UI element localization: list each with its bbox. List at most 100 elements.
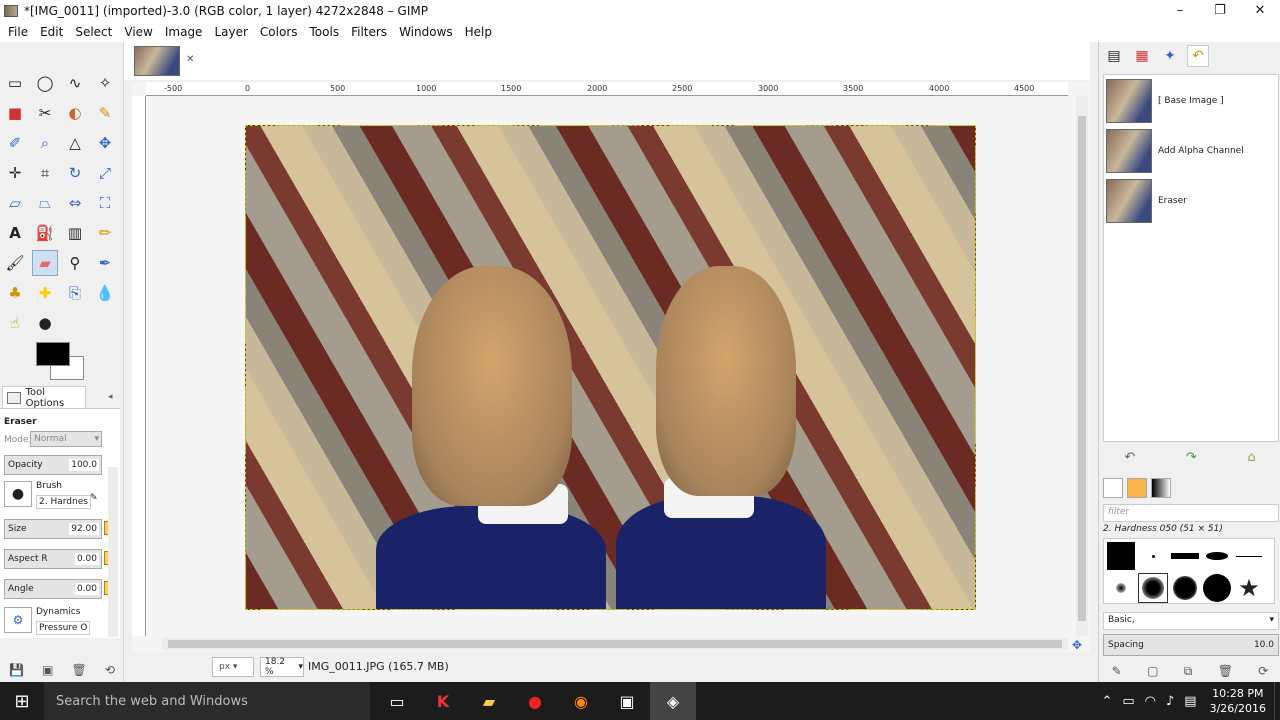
kaspersky-icon[interactable]: K [420, 682, 466, 720]
zoom-select[interactable]: 18.2 % ▾ [260, 657, 304, 677]
scale-icon[interactable]: ⤢ [92, 160, 118, 186]
patterns-tab-icon[interactable] [1127, 478, 1147, 498]
dynamics-icon[interactable]: ⚙ [4, 607, 32, 633]
media-app-icon[interactable]: ▣ [604, 682, 650, 720]
fuzzy-select-icon[interactable]: ✧ [92, 70, 118, 96]
notifications-icon[interactable]: ▤ [1179, 694, 1201, 709]
save-options-icon[interactable]: 💾 [9, 663, 24, 677]
undo-icon[interactable]: ↶ [1124, 450, 1135, 465]
recorder-icon[interactable]: ● [512, 682, 558, 720]
vertical-scrollbar[interactable] [1076, 96, 1088, 636]
show-hidden-icon[interactable]: ⌃ [1096, 694, 1117, 709]
heal-icon[interactable]: ✚ [32, 280, 58, 306]
channels-tab-icon[interactable]: ▦ [1131, 45, 1153, 67]
zoom-icon[interactable]: ⌕ [32, 130, 58, 156]
smudge-icon[interactable]: ☝ [2, 310, 28, 336]
unit-select[interactable]: px ▾ [212, 657, 254, 677]
perspective-icon[interactable]: ⏢ [32, 190, 58, 216]
file-explorer-icon[interactable]: ▰ [466, 682, 512, 720]
size-slider[interactable]: Size 92.00 [4, 519, 102, 539]
horizontal-scroll-thumb[interactable] [168, 640, 1062, 648]
mode-select[interactable]: Normal ▾ [30, 431, 102, 447]
eraser-icon[interactable]: ▰ [32, 250, 58, 276]
reset-options-icon[interactable]: ⟲ [105, 663, 115, 677]
lasso-icon[interactable]: ∿ [62, 70, 88, 96]
move-icon[interactable]: ✥ [92, 130, 118, 156]
delete-options-icon[interactable]: 🗑 [72, 663, 87, 677]
tab-menu-icon[interactable]: ◂ [108, 392, 113, 402]
flip-icon[interactable]: ⇔ [62, 190, 88, 216]
color-picker-icon[interactable]: ✐ [2, 130, 28, 156]
brush-swatch[interactable] [1234, 541, 1264, 571]
canvas-area[interactable]: -500 0 500 1000 1500 2000 2500 3000 3500… [132, 82, 1090, 652]
dodge-burn-icon[interactable]: ● [32, 310, 58, 336]
navigate-icon[interactable]: ✥ [1072, 638, 1082, 652]
cage-transform-icon[interactable]: ⛶ [92, 190, 118, 216]
ellipse-select-icon[interactable]: ◯ [32, 70, 58, 96]
taskbar-clock[interactable]: 10:28 PM 3/26/2016 [1202, 686, 1274, 716]
redo-icon[interactable]: ↷ [1186, 450, 1197, 465]
network-icon[interactable]: ◠ [1140, 694, 1161, 709]
menu-windows[interactable]: Windows [393, 25, 459, 39]
paintbrush-icon[interactable]: 🖌 [2, 250, 28, 276]
brush-swatch-selected[interactable] [1138, 573, 1168, 603]
brush-swatch[interactable] [1106, 541, 1136, 571]
brushes-tab-icon[interactable] [1103, 478, 1123, 498]
opacity-slider[interactable]: Opacity 100.0 [4, 455, 102, 475]
image-canvas[interactable] [245, 125, 976, 610]
scissors-icon[interactable]: ✂ [32, 100, 58, 126]
restore-options-icon[interactable]: ▣ [42, 663, 53, 677]
brush-spacing-slider[interactable]: Spacing 10.0 [1103, 634, 1279, 656]
brush-preset-select[interactable]: Basic, ▾ [1103, 612, 1279, 630]
rotate-icon[interactable]: ↻ [62, 160, 88, 186]
menu-filters[interactable]: Filters [345, 25, 393, 39]
color-select-icon[interactable]: ■ [2, 100, 28, 126]
angle-slider[interactable]: Angle 0.00 [4, 579, 102, 599]
menu-image[interactable]: Image [159, 25, 209, 39]
menu-select[interactable]: Select [69, 25, 118, 39]
history-item[interactable]: [ Base Image ] [1106, 77, 1278, 125]
menu-edit[interactable]: Edit [34, 25, 69, 39]
star-brush-icon[interactable]: ★ [1234, 573, 1264, 603]
measure-icon[interactable]: △ [62, 130, 88, 156]
brush-filter-input[interactable]: filter [1103, 504, 1279, 522]
align-icon[interactable]: ✛ [2, 160, 28, 186]
new-brush-icon[interactable]: ▢ [1147, 664, 1158, 678]
brush-swatch[interactable] [1138, 541, 1168, 571]
vertical-scroll-thumb[interactable] [1078, 116, 1086, 621]
delete-brush-icon[interactable]: 🗑 [1218, 664, 1233, 678]
duplicate-brush-icon[interactable]: ⧉ [1184, 664, 1193, 679]
image-tab-thumbnail[interactable] [134, 46, 180, 76]
start-button[interactable]: ⊞ [0, 682, 44, 720]
rect-select-icon[interactable]: ▭ [2, 70, 28, 96]
gradient-icon[interactable]: ▥ [62, 220, 88, 246]
airbrush-icon[interactable]: ⚲ [62, 250, 88, 276]
minimize-button[interactable]: – [1160, 0, 1200, 21]
paths-icon[interactable]: ✎ [92, 100, 118, 126]
tool-options-tab[interactable]: Tool Options [2, 386, 86, 409]
aspect-slider[interactable]: Aspect R 0.00 [4, 549, 102, 569]
brush-swatch[interactable] [1170, 541, 1200, 571]
gimp-taskbar-icon[interactable]: ◈ [650, 682, 696, 720]
maximize-button[interactable]: ❐ [1200, 0, 1240, 21]
menu-tools[interactable]: Tools [304, 25, 346, 39]
brush-swatch[interactable] [1106, 573, 1136, 603]
firefox-icon[interactable]: ◉ [558, 682, 604, 720]
gradients-tab-icon[interactable] [1151, 478, 1171, 498]
menu-layer[interactable]: Layer [208, 25, 253, 39]
edit-brush-button-icon[interactable]: ✎ [1112, 664, 1122, 678]
brush-swatch[interactable] [1202, 573, 1232, 603]
history-item[interactable]: Eraser [1106, 177, 1278, 225]
brush-swatch[interactable] [1170, 573, 1200, 603]
edit-brush-icon[interactable]: ✎ [90, 493, 98, 503]
refresh-brushes-icon[interactable]: ⟳ [1258, 664, 1268, 678]
foreground-select-icon[interactable]: ◐ [62, 100, 88, 126]
shear-icon[interactable]: ▱ [2, 190, 28, 216]
blur-icon[interactable]: 💧 [92, 280, 118, 306]
layers-tab-icon[interactable]: ▤ [1103, 45, 1125, 67]
pencil-icon[interactable]: ✏ [92, 220, 118, 246]
close-button[interactable]: ✕ [1240, 0, 1280, 21]
foreground-color-swatch[interactable] [36, 342, 70, 366]
text-tool-icon[interactable]: A [2, 220, 28, 246]
task-view-icon[interactable]: ▭ [374, 682, 420, 720]
